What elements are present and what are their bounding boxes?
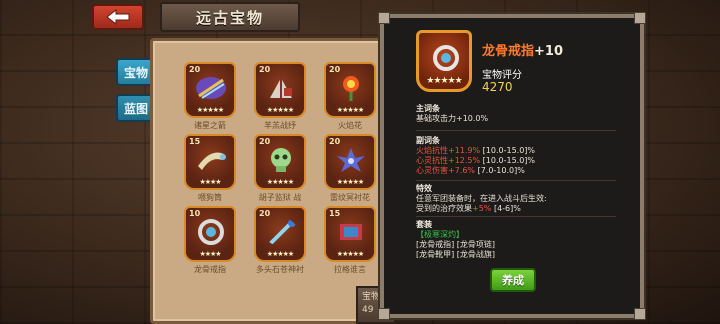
slot-level: 20 xyxy=(329,137,341,146)
selected-treasure-frame: ★★★★★ xyxy=(416,30,472,92)
sub-stat-line: 火焰抗性+11.9% [10.0-15.0]% xyxy=(416,146,536,155)
treasure-frame: 20 ★★★★★ xyxy=(254,206,306,262)
corner-bolt-icon xyxy=(634,12,646,24)
treasure-slot[interactable]: 15 ★★★★★ 拉格谁言 xyxy=(324,206,376,276)
set-name: 【极寒深灼】 xyxy=(416,230,464,239)
arrow-left-icon xyxy=(106,8,130,26)
bone-ring-icon xyxy=(433,45,459,71)
page-title: 远古宝物 xyxy=(160,2,300,32)
corner-bolt-icon xyxy=(378,308,390,320)
corner-bolt-icon xyxy=(378,12,390,24)
divider xyxy=(416,130,616,131)
treasure-frame: 10 ★★★★ xyxy=(184,206,236,262)
tent-banner-icon xyxy=(270,78,292,98)
slot-level: 15 xyxy=(189,137,201,146)
slot-name: 雷纹冥衬花 xyxy=(330,193,370,202)
set-header: 套装 xyxy=(416,220,432,229)
slot-name: 龙骨戒指 xyxy=(194,265,226,274)
treasure-slot[interactable]: 20 ★★★★★ 雷纹冥衬花 xyxy=(324,134,376,204)
star-rating-icon: ★★★★★ xyxy=(336,250,364,258)
treasure-frame: 20 ★★★★★ xyxy=(324,134,376,190)
star-rating-icon: ★★★★ xyxy=(199,250,221,258)
treasure-frame: 20 ★★★★★ xyxy=(324,62,376,118)
staff-icon xyxy=(268,219,296,246)
scroll-icon xyxy=(340,224,362,240)
slot-level: 20 xyxy=(259,137,271,146)
treasure-frame: 20 ★★★★★ xyxy=(184,62,236,118)
slot-name: 羊羔战纾 xyxy=(264,121,296,130)
horn-icon xyxy=(198,152,226,170)
lily-flower-icon xyxy=(337,148,365,172)
slot-name: 喂狗筒 xyxy=(198,193,222,202)
set-section: 套装 【极寒深灼】 [龙骨戒指] [龙骨项链] [龙骨靴甲] [龙骨战旗] xyxy=(416,220,495,258)
set-items: [龙骨戒指] [龙骨项链] xyxy=(416,240,496,249)
treasure-slot[interactable]: 20 ★★★★★ 胡子监狱 战 xyxy=(254,134,306,204)
effect-header: 特效 xyxy=(416,184,432,193)
star-rating-icon: ★★★★★ xyxy=(336,178,364,186)
treasure-slot[interactable]: 10 ★★★★ 龙骨戒指 xyxy=(184,206,236,276)
slot-level: 20 xyxy=(189,65,201,74)
fire-flower-icon xyxy=(343,76,359,101)
star-rating-icon: ★★★★★ xyxy=(336,106,364,114)
slot-level: 20 xyxy=(259,209,271,218)
main-stat-header: 主词条 xyxy=(416,104,440,113)
item-title: 龙骨戒指+10 xyxy=(482,40,563,59)
arrow-bundle-icon xyxy=(196,77,226,99)
divider xyxy=(416,216,616,217)
slot-level: 15 xyxy=(329,209,341,218)
corner-bolt-icon xyxy=(634,308,646,320)
slot-name: 胡子监狱 战 xyxy=(258,193,302,202)
treasure-frame: 15 ★★★★ xyxy=(184,134,236,190)
slot-level: 10 xyxy=(189,209,201,218)
slot-level: 20 xyxy=(259,65,271,74)
treasure-frame: 20 ★★★★★ xyxy=(254,62,306,118)
treasure-frame: 20 ★★★★★ xyxy=(254,134,306,190)
slot-level: 20 xyxy=(329,65,341,74)
rating-label: 宝物评分 xyxy=(482,70,522,81)
star-rating-icon: ★★★★★ xyxy=(266,106,294,114)
main-stat-section: 主词条 基础攻击力+10.0% xyxy=(416,104,488,124)
effect-section: 特效 任意军团装备时，在进入战斗后生效: 受到的治疗效果+5% [4-6]% xyxy=(416,184,547,214)
main-stat-value: 基础攻击力+10.0% xyxy=(416,114,489,123)
treasure-slot[interactable]: 20 ★★★★★ 多头石苍神衬 xyxy=(254,206,306,276)
star-rating-icon: ★★★★★ xyxy=(196,106,224,114)
foster-button[interactable]: 养成 xyxy=(490,268,536,292)
treasure-slot[interactable]: 20 ★★★★★ 羊羔战纾 xyxy=(254,62,306,132)
set-items: [龙骨靴甲] [龙骨战旗] xyxy=(416,250,496,258)
treasure-frame: 15 ★★★★★ xyxy=(324,206,376,262)
star-rating-icon: ★★★★★ xyxy=(266,178,294,186)
back-button[interactable] xyxy=(92,4,144,30)
star-rating-icon: ★★★★★ xyxy=(426,76,462,86)
sub-stat-header: 副词条 xyxy=(416,136,440,145)
item-name: 龙骨戒指 xyxy=(482,44,535,59)
slot-name: 拉格谁言 xyxy=(334,265,366,274)
effect-line: 受到的治疗效果+5% [4-6]% xyxy=(416,204,521,213)
treasure-slot[interactable]: 15 ★★★★ 喂狗筒 xyxy=(184,134,236,204)
divider xyxy=(416,180,616,181)
treasure-slot[interactable]: 20 ★★★★★ 诸星之箭 xyxy=(184,62,236,132)
sub-stat-line: 心灵抗性+12.5% [10.0-15.0]% xyxy=(416,156,536,165)
star-rating-icon: ★★★★★ xyxy=(266,250,294,258)
slot-name: 火焰花 xyxy=(338,121,362,130)
effect-line: 任意军团装备时，在进入战斗后生效: xyxy=(416,194,547,203)
skull-icon xyxy=(271,148,291,172)
treasure-slot[interactable]: 20 ★★★★★ 火焰花 xyxy=(324,62,376,132)
sub-stat-line: 心灵伤害+7.6% [7.0-10.0]% xyxy=(416,166,525,175)
bone-ring-icon xyxy=(198,219,224,245)
sub-stat-section: 副词条 火焰抗性+11.9% [10.0-15.0]% 心灵抗性+12.5% [… xyxy=(416,136,535,176)
slot-name: 多头石苍神衬 xyxy=(256,265,304,274)
rating-value: 4270 xyxy=(482,80,513,94)
item-level: +10 xyxy=(534,44,563,59)
slot-name: 诸星之箭 xyxy=(194,121,226,130)
treasure-detail-panel: ★★★★★ 龙骨戒指+10 宝物评分 4270 主词条 基础攻击力+10.0% … xyxy=(378,12,646,320)
star-rating-icon: ★★★★ xyxy=(199,178,221,186)
